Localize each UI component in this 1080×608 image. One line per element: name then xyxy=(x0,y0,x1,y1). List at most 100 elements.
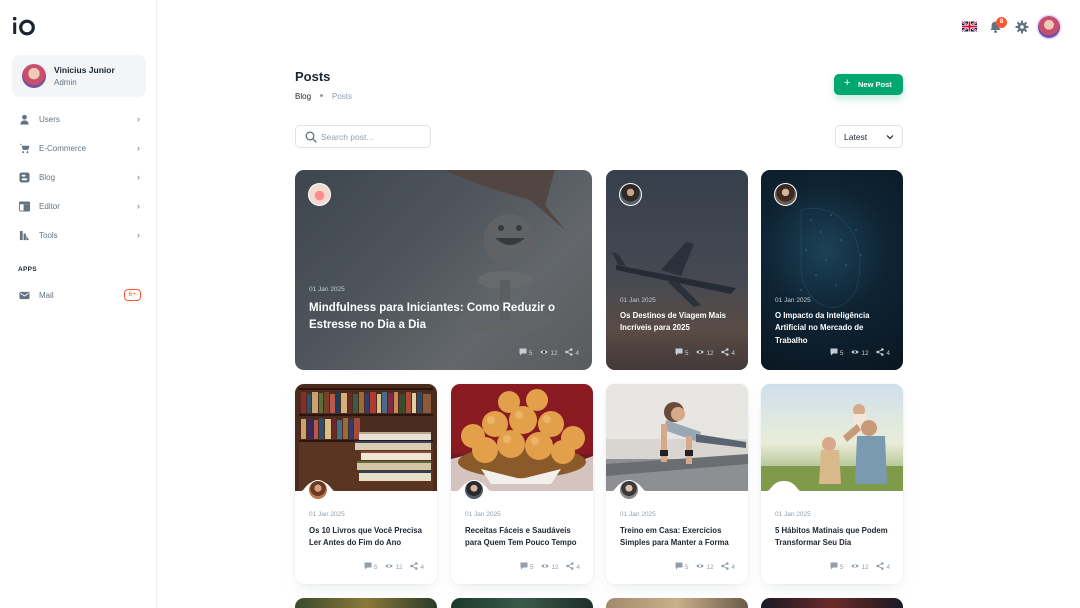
post-date: 01 Jan 2025 xyxy=(775,297,811,304)
post-card[interactable]: 01 Jan 2025 Treino em Casa: Exercícios S… xyxy=(606,384,748,584)
sidebar-item-tools[interactable]: Tools › xyxy=(12,224,146,248)
featured-post-card[interactable]: 01 Jan 2025 O Impacto da Inteligência Ar… xyxy=(761,170,903,370)
search-input[interactable] xyxy=(321,130,425,144)
account-role: Admin xyxy=(54,78,77,87)
chevron-down-icon xyxy=(886,135,894,140)
post-date: 01 Jan 2025 xyxy=(465,511,501,518)
post-title[interactable]: O Impacto da Inteligência Artificial no … xyxy=(775,310,893,347)
sidebar-item-ecommerce[interactable]: E-Commerce › xyxy=(12,137,146,161)
eye-icon xyxy=(696,564,705,568)
tools-icon xyxy=(19,230,30,241)
post-title[interactable]: 5 Hábitos Matinais que Podem Transformar… xyxy=(775,525,895,550)
breadcrumb-link-blog[interactable]: Blog xyxy=(295,92,311,101)
comment-icon xyxy=(830,348,838,356)
avatar xyxy=(619,183,642,206)
breadcrumb-separator xyxy=(320,94,324,97)
post-image xyxy=(761,384,903,491)
user-icon xyxy=(20,114,29,125)
sidebar-item-mail[interactable]: Mail 6+ xyxy=(12,284,146,308)
post-stats: 5 12 4 xyxy=(514,562,580,571)
comment-icon xyxy=(830,562,838,570)
post-card[interactable]: 01 Jan 2025 5 Hábitos Matinais que Podem… xyxy=(761,384,903,584)
avatar xyxy=(22,64,46,88)
sidebar-item-label: Blog xyxy=(39,173,56,182)
post-card-partial[interactable] xyxy=(761,598,903,608)
post-date: 01 Jan 2025 xyxy=(775,511,811,518)
comment-icon xyxy=(520,562,528,570)
breadcrumb: Blog Posts xyxy=(295,92,352,101)
post-stats: 5 12 4 xyxy=(669,348,735,357)
post-title[interactable]: Treino em Casa: Exercícios Simples para … xyxy=(620,525,740,550)
sidebar-item-blog[interactable]: Blog › xyxy=(12,166,146,190)
eye-icon xyxy=(851,564,860,568)
share-icon xyxy=(565,348,573,356)
gear-icon[interactable] xyxy=(1015,20,1029,34)
post-card-partial[interactable] xyxy=(606,598,748,608)
mail-badge: 6+ xyxy=(123,289,141,301)
post-title[interactable]: Receitas Fáceis e Saudáveis para Quem Te… xyxy=(465,525,585,550)
eye-icon xyxy=(851,350,860,354)
post-date: 01 Jan 2025 xyxy=(309,511,345,518)
post-date: 01 Jan 2025 xyxy=(309,286,345,293)
sidebar: Vinicius Junior Admin Users › E-Commerce… xyxy=(0,0,157,608)
sidebar-item-label: Users xyxy=(39,115,60,124)
post-stats: 5 12 4 xyxy=(824,562,890,571)
sidebar-item-label: Editor xyxy=(39,202,60,211)
post-title[interactable]: Mindfulness para Iniciantes: Como Reduzi… xyxy=(309,300,574,333)
eye-icon xyxy=(385,564,394,568)
new-post-button[interactable]: + New Post xyxy=(834,74,903,95)
post-date: 01 Jan 2025 xyxy=(620,297,656,304)
post-title[interactable]: Os Destinos de Viagem Mais Incríveis par… xyxy=(620,310,738,335)
sidebar-item-label: Tools xyxy=(39,231,58,240)
plus-icon: + xyxy=(844,77,851,89)
avatar xyxy=(308,183,331,206)
post-card[interactable]: 01 Jan 2025 Os 10 Livros que Você Precis… xyxy=(295,384,437,584)
sort-value: Latest xyxy=(844,132,868,142)
sidebar-item-users[interactable]: Users › xyxy=(12,108,146,132)
user-avatar-button[interactable] xyxy=(1038,16,1060,38)
post-image xyxy=(295,384,437,491)
uk-flag-icon[interactable] xyxy=(962,21,977,32)
eye-icon xyxy=(541,564,550,568)
comment-icon xyxy=(364,562,372,570)
avatar xyxy=(619,480,639,500)
sidebar-item-label: Mail xyxy=(39,291,54,300)
section-title-apps: APPS xyxy=(18,266,37,273)
sidebar-item-editor[interactable]: Editor › xyxy=(12,195,146,219)
featured-post-card[interactable]: 01 Jan 2025 Os Destinos de Viagem Mais I… xyxy=(606,170,748,370)
comment-icon xyxy=(675,348,683,356)
post-image xyxy=(451,384,593,491)
page-title: Posts xyxy=(295,69,331,84)
chevron-right-icon: › xyxy=(137,143,140,153)
chevron-right-icon: › xyxy=(137,114,140,124)
chevron-right-icon: › xyxy=(137,201,140,211)
account-card[interactable]: Vinicius Junior Admin xyxy=(12,55,146,97)
post-card-partial[interactable] xyxy=(451,598,593,608)
logo-icon[interactable] xyxy=(12,14,36,36)
eye-icon xyxy=(540,350,549,354)
share-icon xyxy=(876,348,884,356)
post-stats: 5 12 4 xyxy=(669,562,735,571)
mail-icon xyxy=(19,291,30,300)
avatar xyxy=(774,183,797,206)
share-icon xyxy=(566,562,574,570)
post-date: 01 Jan 2025 xyxy=(620,511,656,518)
post-stats: 5 12 4 xyxy=(824,348,890,357)
post-card-partial[interactable] xyxy=(295,598,437,608)
avatar-notch xyxy=(761,481,903,496)
eye-icon xyxy=(696,350,705,354)
post-card[interactable]: 01 Jan 2025 Receitas Fáceis e Saudáveis … xyxy=(451,384,593,584)
search-box[interactable] xyxy=(295,125,431,148)
editor-icon xyxy=(19,201,30,212)
blog-icon xyxy=(19,172,30,183)
avatar xyxy=(464,480,484,500)
post-title[interactable]: Os 10 Livros que Você Precisa Ler Antes … xyxy=(309,525,429,550)
cart-icon xyxy=(19,143,30,154)
breadcrumb-current: Posts xyxy=(332,92,353,101)
post-image xyxy=(606,384,748,491)
sidebar-item-label: E-Commerce xyxy=(39,144,87,153)
sort-select[interactable]: Latest xyxy=(835,125,903,148)
featured-post-card[interactable]: 01 Jan 2025 Mindfulness para Iniciantes:… xyxy=(295,170,592,370)
comment-icon xyxy=(675,562,683,570)
chevron-right-icon: › xyxy=(137,230,140,240)
